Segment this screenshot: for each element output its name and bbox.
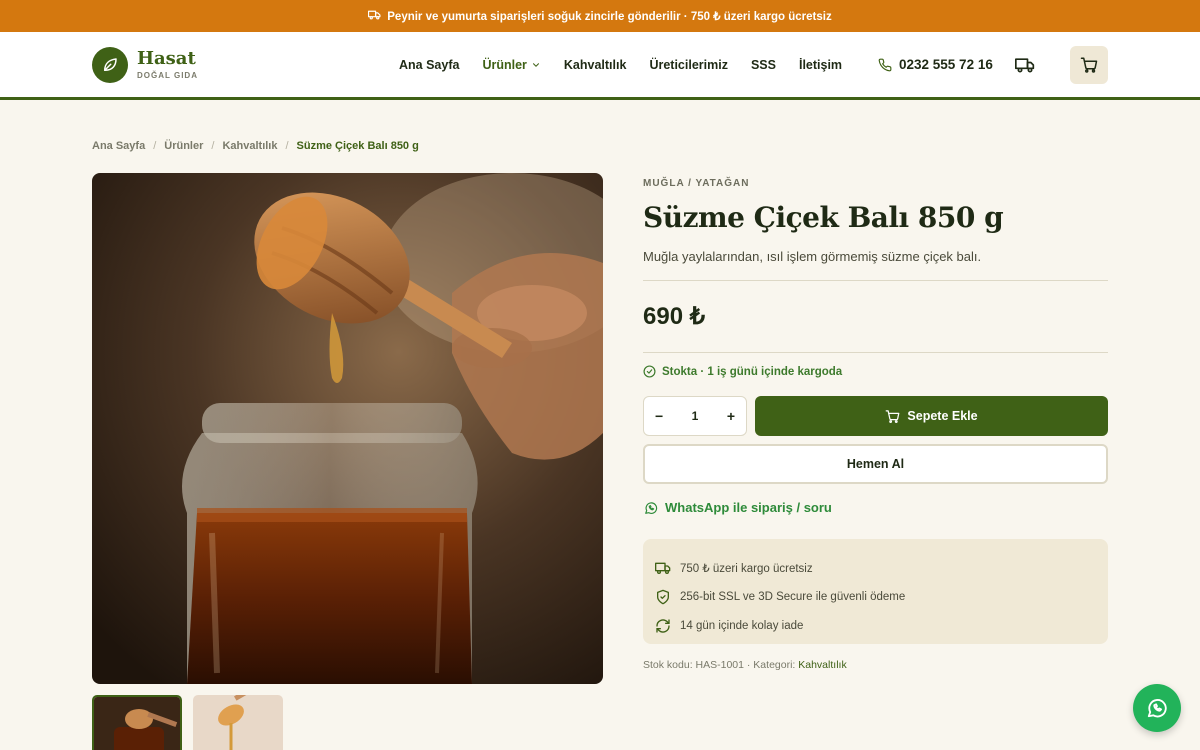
product-info: MUĞLA / YATAĞAN Süzme Çiçek Balı 850 g M… [643,178,1108,378]
breadcrumb-category[interactable]: Kahvaltılık [222,140,277,152]
truck-icon [1015,58,1035,73]
product-title: Süzme Çiçek Balı 850 g [643,201,1004,234]
buy-now-button[interactable]: Hemen Al [643,444,1108,484]
whatsapp-float-button[interactable] [1133,684,1181,732]
feature-text: 256-bit SSL ve 3D Secure ile güvenli öde… [680,590,906,603]
nav-item-breakfast[interactable]: Kahvaltılık [564,58,627,72]
leaf-icon [92,46,128,83]
divider [643,352,1108,353]
check-circle-icon [643,365,656,378]
logo[interactable]: Hasat DOĞAL GIDA [92,46,198,83]
cart-button[interactable] [1070,46,1108,84]
product-origin: MUĞLA / YATAĞAN [643,178,750,189]
buy-now-label: Hemen Al [846,457,905,471]
feature-item: 256-bit SSL ve 3D Secure ile güvenli öde… [655,582,1096,611]
add-to-cart-button[interactable]: Sepete Ekle [755,396,1108,436]
product-thumbnail[interactable] [193,695,283,750]
breadcrumb-products[interactable]: Ürünler [164,140,203,152]
product-meta: Stok kodu: HAS-1001 · Kategori: Kahvaltı… [643,659,847,671]
phone-link[interactable]: 0232 555 72 16 [878,32,993,97]
shipping-tracking-button[interactable] [1015,55,1035,75]
main-nav: Ana Sayfa Ürünler Kahvaltılık Üreticiler… [399,32,865,97]
breadcrumb-home[interactable]: Ana Sayfa [92,140,145,152]
refresh-icon [656,618,670,633]
stock-text: Stokta · 1 iş günü içinde kargoda [662,365,843,378]
feature-item: 750 ₺ üzeri kargo ücretsiz [655,553,1096,582]
nav-item-faq[interactable]: SSS [751,58,776,72]
phone-number: 0232 555 72 16 [899,57,993,72]
truck-icon [368,8,381,24]
add-to-cart-label: Sepete Ekle [907,409,978,423]
nav-item-home[interactable]: Ana Sayfa [399,58,459,72]
chevron-down-icon [532,62,539,67]
product-main-image[interactable] [92,173,603,684]
shield-check-icon [657,589,669,604]
quantity-increase-button[interactable]: + [727,408,735,424]
features-box: 750 ₺ üzeri kargo ücretsiz 256-bit SSL v… [643,539,1108,644]
quantity-value[interactable]: 1 [692,409,699,423]
announcement-text: Peynir ve yumurta siparişleri soğuk zinc… [387,11,832,23]
whatsapp-icon [1147,699,1167,718]
quantity-stepper: − 1 + [643,396,747,436]
breadcrumb-separator: / [211,140,215,152]
product-price: 690 ₺ [643,303,705,330]
breadcrumb-separator: / [285,140,289,152]
nav-item-products[interactable]: Ürünler [482,58,540,72]
nav-item-contact[interactable]: İletişim [799,58,842,72]
quantity-decrease-button[interactable]: − [655,408,663,424]
feature-text: 750 ₺ üzeri kargo ücretsiz [680,562,813,575]
brand-tagline: DOĞAL GIDA [137,70,198,80]
whatsapp-icon [645,501,658,514]
product-description: Muğla yaylalarından, ısıl işlem görmemiş… [643,249,982,264]
breadcrumb: Ana Sayfa / Ürünler / Kahvaltılık / Süzm… [92,140,419,152]
announcement-bar: Peynir ve yumurta siparişleri soğuk zinc… [0,0,1200,32]
brand-name: Hasat [137,47,196,69]
category-link[interactable]: Kahvaltılık [798,659,846,671]
sku-label: Stok kodu: HAS-1001 · Kategori: [643,659,799,671]
divider [643,280,1108,281]
product-thumbnail[interactable] [92,695,182,750]
truck-icon [655,562,671,574]
cart-icon [886,409,900,423]
feature-item: 14 gün içinde kolay iade [655,611,1096,640]
site-header: Hasat DOĞAL GIDA Ana Sayfa Ürünler Kahva… [0,32,1200,100]
breadcrumb-current: Süzme Çiçek Balı 850 g [296,140,419,152]
breadcrumb-separator: / [153,140,157,152]
nav-item-producers[interactable]: Üreticilerimiz [649,58,728,72]
cart-icon [1080,57,1098,73]
whatsapp-order-link[interactable]: WhatsApp ile sipariş / soru [644,500,832,515]
whatsapp-label: WhatsApp ile sipariş / soru [665,500,832,515]
phone-icon [878,58,892,71]
stock-status: Stokta · 1 iş günü içinde kargoda [643,365,1108,378]
feature-text: 14 gün içinde kolay iade [680,619,804,632]
